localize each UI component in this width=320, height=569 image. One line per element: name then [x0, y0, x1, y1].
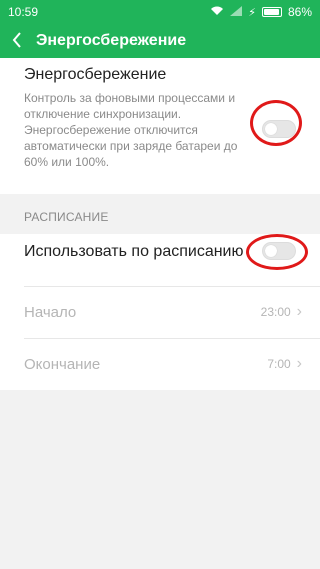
toggle-knob: [265, 123, 277, 135]
chevron-right-icon: ›: [296, 303, 302, 320]
use-schedule-label: Использовать по расписанию: [24, 243, 244, 260]
use-schedule-toggle[interactable]: [262, 242, 296, 260]
status-time: 10:59: [8, 5, 39, 19]
app-bar: Энергосбережение: [0, 24, 320, 58]
power-saving-toggle[interactable]: [262, 120, 296, 138]
end-time-value: 7:00: [267, 357, 291, 371]
status-icons: ⚡ 86%: [210, 5, 312, 19]
power-saving-description: Контроль за фоновыми процессами и отключ…: [24, 91, 238, 169]
battery-icon: [261, 7, 282, 17]
start-time-value: 23:00: [260, 305, 291, 319]
schedule-card: Использовать по расписанию Начало 23:00 …: [0, 234, 320, 390]
schedule-section-label: РАСПИСАНИЕ: [24, 210, 109, 224]
start-label: Начало: [24, 303, 77, 321]
power-saving-title: Энергосбережение: [24, 66, 167, 83]
status-bar: 10:59 ⚡ 86%: [0, 0, 320, 24]
power-saving-card: Энергосбережение Контроль за фоновыми пр…: [0, 58, 320, 194]
back-button[interactable]: [0, 24, 34, 58]
toggle-knob: [265, 245, 277, 257]
page-title: Энергосбережение: [36, 32, 187, 49]
wifi-icon: [210, 5, 224, 19]
end-label: Окончание: [24, 355, 101, 373]
chevron-left-icon: [12, 31, 22, 51]
schedule-end-row[interactable]: Окончание 7:00 ›: [0, 338, 320, 390]
charging-icon: ⚡: [248, 6, 256, 19]
signal-icon: [230, 5, 243, 19]
schedule-start-row[interactable]: Начало 23:00 ›: [0, 286, 320, 338]
chevron-right-icon: ›: [296, 355, 302, 372]
settings-content: Энергосбережение Контроль за фоновыми пр…: [0, 58, 320, 569]
battery-percent: 86%: [287, 5, 312, 19]
